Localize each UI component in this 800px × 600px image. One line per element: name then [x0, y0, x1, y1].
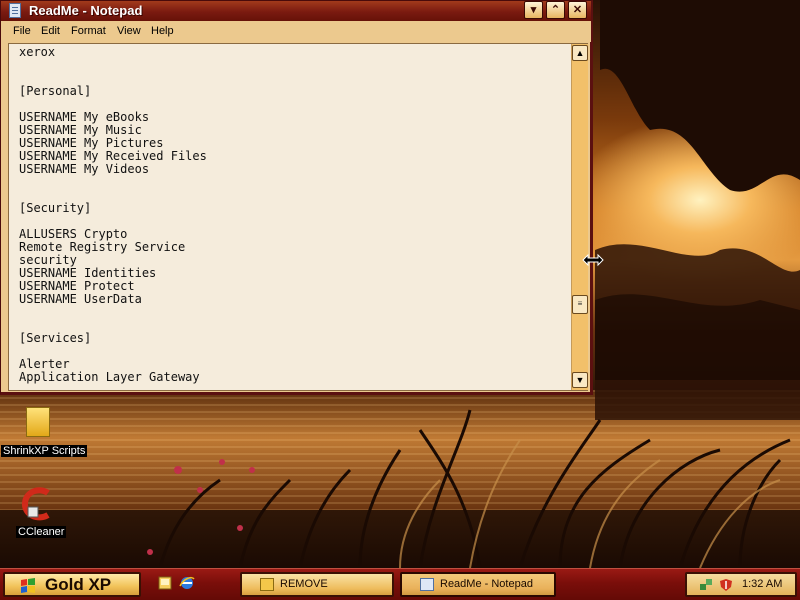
text-line: Application Layer Gateway — [19, 370, 200, 384]
menu-help[interactable]: Help — [151, 25, 174, 37]
desktop-icon-label: ShrinkXP Scripts — [1, 445, 88, 457]
menu-edit[interactable]: Edit — [41, 25, 60, 37]
desktop-icon-ccleaner[interactable]: CCleaner — [16, 524, 67, 538]
text-line: USERNAME UserData — [19, 292, 142, 306]
text-line: xerox — [19, 45, 56, 59]
taskbar: Gold XP REMOVE ReadMe - Notepad 1:32 AM — [0, 568, 800, 600]
start-button[interactable]: Gold XP — [3, 572, 141, 597]
resize-cursor-icon — [582, 253, 604, 267]
menu-format[interactable]: Format — [71, 25, 106, 37]
taskbar-item-remove[interactable]: REMOVE — [240, 572, 394, 597]
desktop-icon-label: CCleaner — [16, 526, 67, 538]
clock[interactable]: 1:32 AM — [742, 578, 782, 590]
scroll-up-button[interactable]: ▲ — [572, 45, 588, 61]
scroll-thumb[interactable]: ≡ — [572, 295, 588, 314]
text-line: USERNAME My Videos — [19, 162, 150, 176]
close-button[interactable]: ✕ — [568, 1, 587, 19]
internet-explorer-icon[interactable] — [179, 575, 195, 591]
taskbar-item-label: ReadMe - Notepad — [440, 578, 533, 590]
maximize-button[interactable]: ⌃ — [546, 1, 565, 19]
text-line: [Services] — [19, 331, 92, 345]
title-bar[interactable]: ReadMe - Notepad ▾ ⌃ ✕ — [1, 1, 591, 21]
window-title: ReadMe - Notepad — [29, 3, 143, 18]
folder-icon — [260, 578, 274, 591]
taskbar-item-readme-notepad[interactable]: ReadMe - Notepad — [400, 572, 556, 597]
windows-logo-icon — [21, 578, 35, 593]
show-desktop-icon[interactable] — [157, 575, 173, 591]
notepad-icon — [420, 578, 434, 591]
menu-view[interactable]: View — [117, 25, 141, 37]
notepad-window: ReadMe - Notepad ▾ ⌃ ✕ File Edit Format … — [0, 0, 593, 395]
start-label: Gold XP — [45, 575, 112, 594]
text-line: [Security] — [19, 201, 92, 215]
notepad-icon — [9, 3, 21, 18]
desktop-icon-shrinkxp-scripts[interactable]: ShrinkXP Scripts — [1, 443, 88, 457]
taskbar-item-label: REMOVE — [280, 578, 328, 590]
minimize-button[interactable]: ▾ — [524, 1, 543, 19]
folder-icon[interactable] — [26, 407, 50, 437]
text-line: [Personal] — [19, 84, 92, 98]
system-tray: 1:32 AM — [685, 572, 797, 597]
text-editor[interactable]: xerox [Personal] USERNAME My eBooks USER… — [8, 43, 588, 391]
menu-bar: File Edit Format View Help — [1, 21, 591, 42]
ccleaner-icon[interactable] — [20, 487, 56, 521]
security-shield-icon[interactable] — [719, 578, 733, 592]
scroll-down-button[interactable]: ▼ — [572, 372, 588, 388]
network-icon[interactable] — [699, 578, 713, 592]
vertical-scrollbar[interactable]: ▲ ≡ ▼ — [571, 44, 588, 390]
menu-file[interactable]: File — [13, 25, 31, 37]
